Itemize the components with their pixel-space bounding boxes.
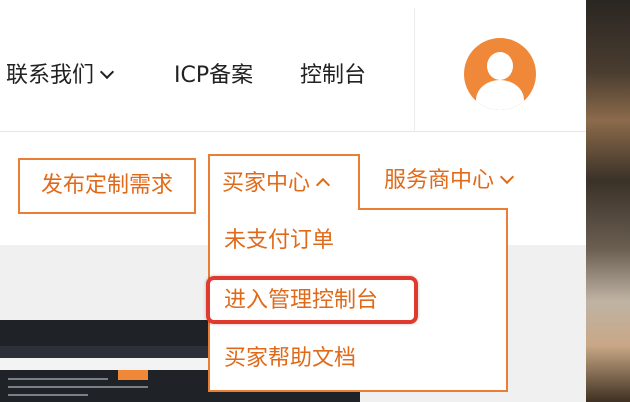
avatar-head (487, 52, 513, 80)
tab-vendor-center[interactable]: 服务商中心 (384, 166, 515, 196)
screenshot-text-line (8, 378, 108, 380)
buyer-center-label: 买家中心 (222, 171, 311, 196)
nav-divider (414, 8, 415, 132)
avatar-body (476, 80, 524, 110)
dropdown-item-buyer-help-docs[interactable]: 买家帮助文档 (224, 344, 356, 374)
publish-custom-request-button[interactable]: 发布定制需求 (18, 158, 196, 214)
screenshot-text-line (8, 386, 148, 388)
nav-contact-us[interactable]: 联系我们 (6, 62, 115, 90)
top-navigation-bar: 联系我们 ICP备案 控制台 (0, 8, 586, 132)
highlight-box (206, 276, 418, 324)
chevron-up-icon (315, 177, 331, 193)
background-photo (586, 0, 630, 402)
chevron-down-icon (99, 64, 115, 80)
screenshot-button (118, 370, 148, 380)
screenshot-text-line (8, 394, 88, 396)
nav-contact-label: 联系我们 (6, 63, 95, 88)
nav-icp-filing[interactable]: ICP备案 (174, 62, 253, 90)
vendor-center-label: 服务商中心 (384, 168, 495, 193)
tab-buyer-center[interactable]: 买家中心 (208, 154, 360, 210)
dropdown-item-unpaid-orders[interactable]: 未支付订单 (224, 226, 334, 256)
chevron-down-icon (499, 169, 515, 185)
nav-console[interactable]: 控制台 (300, 62, 366, 90)
user-avatar-icon[interactable] (464, 38, 536, 110)
